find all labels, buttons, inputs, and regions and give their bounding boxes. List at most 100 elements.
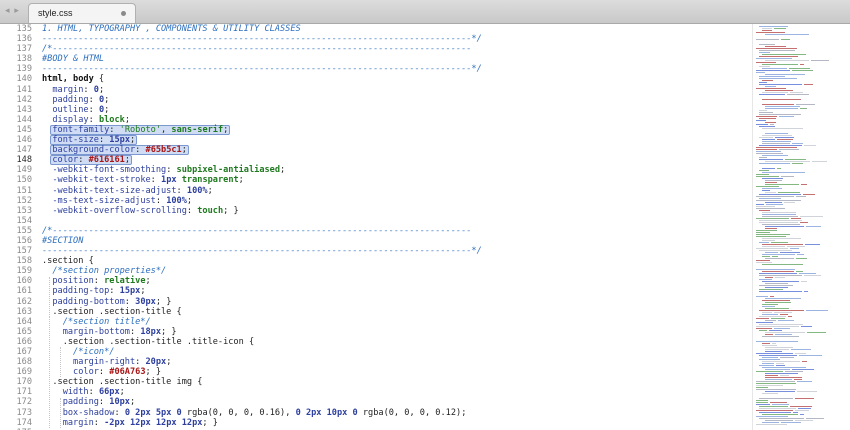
code-line[interactable]: .section { <box>42 256 752 266</box>
tab-style-css[interactable]: style.css <box>28 3 136 23</box>
code-line[interactable]: margin-right: 20px; <box>42 357 752 367</box>
code-line[interactable]: .section .section-title .title-icon { <box>42 337 752 347</box>
code-line[interactable]: #BODY & HTML <box>42 54 752 64</box>
code-line[interactable]: width: 66px; <box>42 387 752 397</box>
code-token: -webkit-font-smoothing <box>52 165 167 176</box>
code-token: margin-right <box>73 357 136 368</box>
code-token: 100% <box>166 195 187 206</box>
code-line[interactable]: html, body { <box>42 74 752 84</box>
line-number: 174 <box>16 417 32 428</box>
code-line[interactable]: position: relative; <box>42 276 752 286</box>
code-token: ; <box>280 165 286 176</box>
line-number: 169 <box>16 367 32 378</box>
code-token: : <box>135 145 146 156</box>
minimap-line <box>759 76 785 77</box>
minimap-line <box>762 271 794 272</box>
minimap-line <box>765 161 810 162</box>
minimap-line <box>788 316 792 317</box>
minimap-line <box>798 408 811 409</box>
minimap-line <box>756 176 779 177</box>
code-line[interactable]: .section .section-title img { <box>42 377 752 387</box>
code-token: ; <box>124 114 130 125</box>
minimap-line <box>759 26 788 27</box>
line-number: 136 <box>16 34 32 45</box>
code-line[interactable]: .section .section-title { <box>42 307 752 317</box>
minimap-line <box>765 375 778 376</box>
code-line[interactable]: display: block; <box>42 115 752 125</box>
minimap-line <box>765 202 782 203</box>
code-line[interactable]: -ms-text-size-adjust: 100%; <box>42 196 752 206</box>
code-line[interactable]: ----------------------------------------… <box>42 34 752 44</box>
code-token: font-family <box>52 124 110 135</box>
code-line[interactable]: box-shadow: 0 2px 5px 0 rgba(0, 0, 0, 0.… <box>42 408 752 418</box>
code-line[interactable]: background-color: #65b5c1; <box>42 145 752 156</box>
code-line[interactable]: ----------------------------------------… <box>42 246 752 256</box>
code-line[interactable]: font-family: 'Roboto', sans-serif; <box>42 124 752 136</box>
minimap-line <box>762 281 799 282</box>
code-line[interactable]: outline: 0; <box>42 105 752 115</box>
minimap-line <box>775 137 794 138</box>
code-line[interactable]: #SECTION <box>42 236 752 246</box>
minimap-line <box>780 375 789 376</box>
code-line[interactable]: font-size: 15px; <box>42 135 752 146</box>
minimap-line <box>781 422 801 423</box>
code-token: rgba(0, 0, 0, 0.16) <box>186 407 286 418</box>
code-line[interactable]: color: #06A763; } <box>42 367 752 377</box>
code-line[interactable]: /*--------------------------------------… <box>42 44 752 54</box>
minimap-line <box>762 345 777 346</box>
code-line[interactable]: margin-bottom: 18px; } <box>42 327 752 337</box>
code-line[interactable]: -webkit-overflow-scrolling: touch; } <box>42 206 752 216</box>
minimap-line <box>780 357 794 358</box>
code-line[interactable]: padding-bottom: 30px; } <box>42 297 752 307</box>
code-token: .section { <box>42 256 94 267</box>
code-token: : <box>98 135 110 146</box>
code-line[interactable]: /*icon*/ <box>42 347 752 357</box>
minimap[interactable] <box>752 24 850 430</box>
history-nav-arrows[interactable]: ◂ ▸ <box>5 6 20 16</box>
line-number: 157 <box>16 246 32 257</box>
code-line[interactable]: -webkit-text-stroke: 1px transparent; <box>42 175 752 185</box>
code-area[interactable]: 1. HTML, TYPOGRAPHY , COMPONENTS & UTILI… <box>42 24 752 430</box>
code-token: : <box>166 165 177 176</box>
code-line[interactable]: padding-top: 15px; <box>42 286 752 296</box>
code-line[interactable]: /*section title*/ <box>42 317 752 327</box>
minimap-line <box>756 88 786 89</box>
minimap-line <box>765 252 778 253</box>
minimap-line <box>790 92 803 93</box>
code-token: : <box>98 367 110 378</box>
code-token: 15px <box>109 135 130 146</box>
code-line[interactable] <box>42 216 752 226</box>
minimap-line <box>790 248 799 249</box>
minimap-line <box>759 330 767 331</box>
code-line[interactable]: ----------------------------------------… <box>42 64 752 74</box>
minimap-line <box>804 145 816 146</box>
code-editor[interactable]: 135 136 137 138 139 140 141 142 143 144 145 146 147 1… <box>0 24 752 430</box>
line-number: 153 <box>16 205 32 216</box>
minimap-line <box>801 326 812 327</box>
code-line[interactable]: padding: 0; <box>42 95 752 105</box>
code-line[interactable]: -webkit-text-size-adjust: 100%; <box>42 186 752 196</box>
code-line[interactable]: margin: 0; <box>42 85 752 95</box>
minimap-line <box>762 306 775 307</box>
minimap-line <box>778 320 794 321</box>
code-line[interactable]: /*section properties*/ <box>42 266 752 276</box>
code-line[interactable]: 1. HTML, TYPOGRAPHY , COMPONENTS & UTILI… <box>42 24 752 34</box>
code-token: : <box>109 286 120 297</box>
code-line[interactable]: margin: -2px 12px 12px 12px; } <box>42 418 752 428</box>
line-number: 140 <box>16 74 32 85</box>
code-line[interactable]: color: #616161; <box>42 155 752 166</box>
minimap-line <box>756 387 768 388</box>
line-number: 162 <box>16 296 32 307</box>
code-line[interactable]: -webkit-font-smoothing: subpixel-antiali… <box>42 165 752 175</box>
code-line[interactable]: /*--------------------------------------… <box>42 226 752 236</box>
unsaved-dot-icon[interactable] <box>121 11 126 16</box>
minimap-line <box>762 361 800 362</box>
minimap-line <box>759 316 786 317</box>
code-line[interactable]: padding: 10px; <box>42 397 752 407</box>
code-token: ; <box>130 135 136 146</box>
minimap-line <box>765 74 805 75</box>
minimap-line <box>759 50 795 51</box>
code-token: color <box>52 155 79 166</box>
